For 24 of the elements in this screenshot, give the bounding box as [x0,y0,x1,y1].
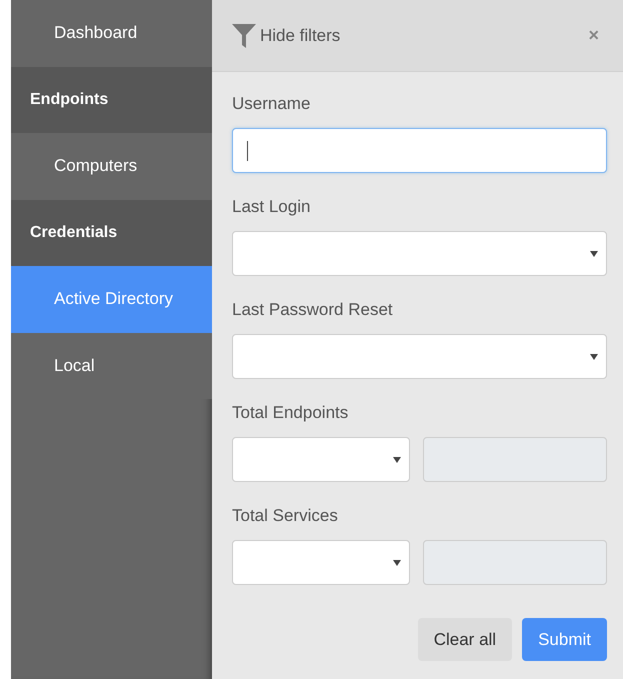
sidebar-item[interactable]: Active Directory [11,266,212,332]
input-field[interactable] [423,437,607,482]
filter-icon [232,24,256,48]
field-label: Last Password Reset [232,300,394,321]
dropdown[interactable] [232,437,410,482]
sidebar-section-header: Credentials [11,200,212,266]
sidebar-section-header: Endpoints [11,66,212,133]
field-label: Username [232,94,312,115]
dropdown-arrow-icon [590,250,598,256]
submit-button[interactable]: Submit [522,618,607,661]
dropdown-arrow-icon [393,456,401,462]
field-label: Total Services [232,506,339,527]
input-field[interactable] [423,540,607,585]
dropdown-arrow-icon [393,560,401,566]
clear-button[interactable]: Clear all [418,618,512,661]
dropdown[interactable] [232,231,607,276]
input-field[interactable] [232,128,607,173]
dropdown[interactable] [232,540,410,585]
dropdown-arrow-icon [590,354,598,360]
sidebar-item[interactable]: Local [11,332,212,399]
field-label: Last Login [232,197,312,218]
field-label: Total Endpoints [232,403,350,424]
hide-filters-label[interactable]: Hide filters [260,26,580,46]
dropdown[interactable] [232,334,607,379]
